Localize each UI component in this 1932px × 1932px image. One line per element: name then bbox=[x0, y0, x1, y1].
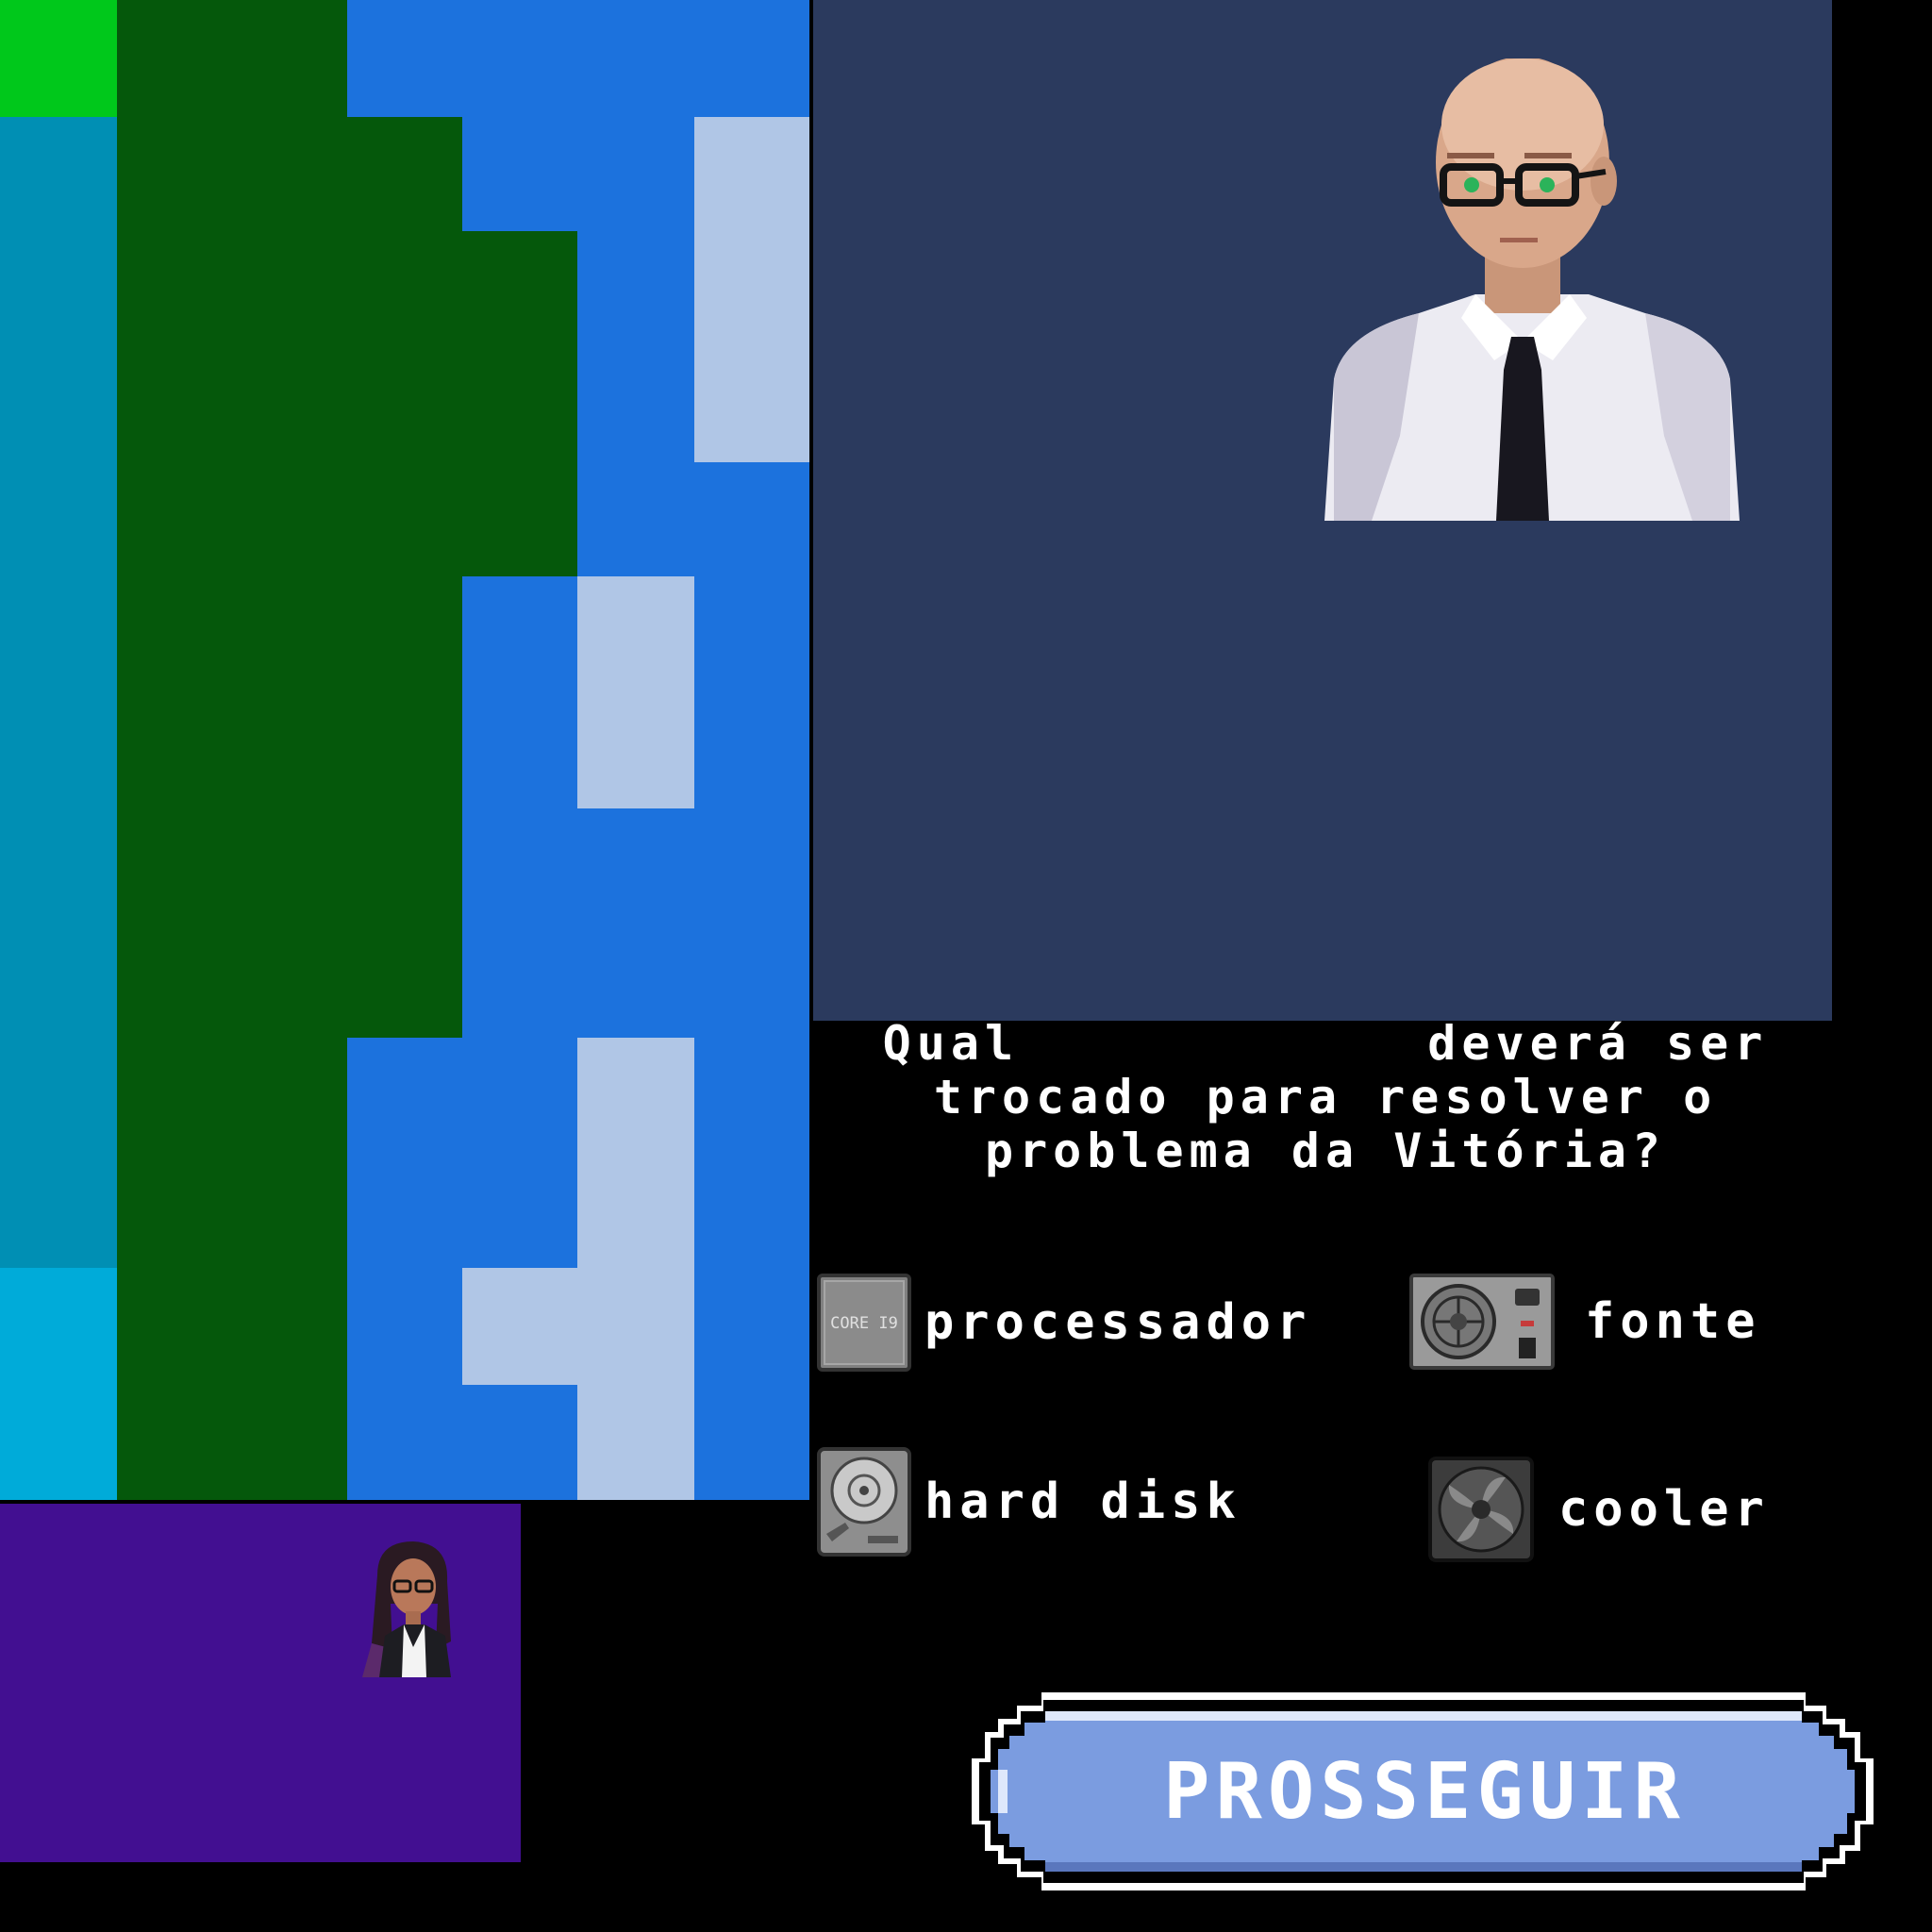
grass-tile-light bbox=[0, 0, 117, 117]
option-processador[interactable]: CORE I9 processador bbox=[817, 1274, 1311, 1372]
ice-tile bbox=[694, 117, 809, 462]
prosseguir-label: PROSSEGUIR bbox=[1163, 1746, 1686, 1837]
prosseguir-button[interactable]: PROSSEGUIR bbox=[966, 1692, 1883, 1890]
question-line-2: trocado para resolver o bbox=[933, 1070, 1718, 1124]
option-label-cooler: cooler bbox=[1558, 1481, 1770, 1538]
cpu-chip-icon: CORE I9 bbox=[817, 1274, 911, 1372]
player-portrait bbox=[362, 1541, 451, 1677]
question-text: Qual deverá ser trocado para resolver o … bbox=[830, 1017, 1821, 1178]
option-hard-disk[interactable]: hard disk bbox=[817, 1447, 1241, 1557]
ice-tile bbox=[577, 1038, 694, 1502]
npc-portrait bbox=[1324, 58, 1740, 521]
water-teal-column bbox=[0, 117, 117, 1268]
player-panel bbox=[0, 1504, 521, 1862]
grass-strip bbox=[347, 117, 462, 1038]
option-label-processador: processador bbox=[924, 1294, 1312, 1351]
power-supply-icon bbox=[1409, 1274, 1555, 1370]
option-label-fonte: fonte bbox=[1585, 1293, 1761, 1350]
option-cooler[interactable]: cooler bbox=[1428, 1457, 1770, 1562]
ice-tile bbox=[462, 1268, 577, 1385]
question-line-1: Qual deverá ser bbox=[882, 1016, 1769, 1071]
cooler-fan-icon bbox=[1428, 1457, 1534, 1562]
hard-disk-icon bbox=[817, 1447, 911, 1557]
question-line-3: problema da Vitória? bbox=[984, 1124, 1667, 1178]
grass-strip bbox=[462, 231, 577, 576]
water-cyan-tile bbox=[0, 1268, 117, 1502]
ice-tile bbox=[577, 576, 694, 808]
option-fonte[interactable]: fonte bbox=[1409, 1274, 1761, 1370]
tile-map bbox=[0, 0, 809, 1502]
grass-strip bbox=[117, 0, 347, 1502]
option-label-hard-disk: hard disk bbox=[924, 1474, 1241, 1530]
cpu-chip-label: CORE I9 bbox=[830, 1314, 898, 1333]
